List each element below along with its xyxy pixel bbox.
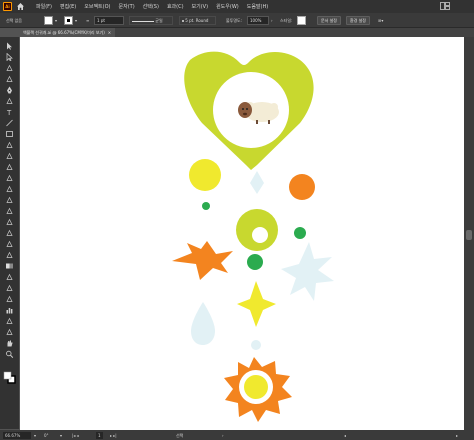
yellow-circle [189,159,221,191]
menu-list: 파일(F) 편집(E) 오브젝트(O) 문자(T) 선택(S) 효과(C) 보기… [36,3,268,10]
menu-bar: Ai 파일(F) 편집(E) 오브젝트(O) 문자(T) 선택(S) 효과(C)… [0,0,474,13]
selection-tool-icon[interactable] [5,42,14,50]
first-artboard-icon[interactable]: |◂ ◂ [72,432,79,439]
artboard-tool-icon[interactable] [5,317,14,325]
gradient-tool-icon[interactable] [5,262,14,270]
vertical-scrollbar[interactable] [464,37,474,430]
eraser-tool-icon[interactable] [5,174,14,182]
menu-type[interactable]: 문자(T) [119,3,135,10]
style-label: 스타일: [280,18,293,23]
orange-circle [289,174,315,200]
home-icon[interactable] [16,2,25,11]
variable-width-profile[interactable]: 균일 [129,16,173,25]
artboard[interactable] [20,37,464,430]
lasso-tool-icon[interactable] [5,75,14,83]
stroke-weight-icon: ≡ [86,18,90,23]
artboard-number-field[interactable]: 1 [96,432,103,439]
document-tab[interactable]: 액블랙 선귀개.ai @ 66.67%(CMYK/미리 보기) × [19,28,116,37]
stroke-dropdown-icon[interactable]: ▾ [75,16,77,25]
document-tab-label: 액블랙 선귀개.ai @ 66.67%(CMYK/미리 보기) [23,30,105,35]
brush-definition[interactable]: 5 pt. Round [179,16,216,25]
menu-select[interactable]: 선택(S) [143,3,159,10]
stroke-weight-field[interactable]: 1 pt [94,16,124,25]
green-circle [247,254,263,270]
rotate-tool-icon[interactable] [5,185,14,193]
vertical-scroll-thumb[interactable] [466,230,472,240]
pale-blue-drop [191,302,215,345]
menu-effect[interactable]: 효과(C) [167,3,184,10]
blend-tool-icon[interactable] [5,284,14,292]
direct-selection-tool-icon[interactable] [5,53,14,61]
control-bar: 선택 없음 ▾ ▾ ≡ 1 pt 균일 5 pt. Round 불투명도: 10… [0,13,474,28]
orange-starburst [172,241,233,280]
rectangle-tool-icon[interactable] [5,130,14,138]
zoom-tool-icon[interactable] [5,350,14,358]
close-tab-icon[interactable]: × [108,30,111,35]
scroll-right-icon[interactable]: ▸ [456,432,458,439]
rotate-view-dropdown-icon[interactable]: ▾ [60,432,62,439]
fill-stroke-indicator[interactable] [3,369,16,384]
menu-object[interactable]: 오브젝트(O) [84,3,110,10]
pencil-tool-icon[interactable] [5,152,14,160]
green-dot-right [294,227,306,239]
shape-builder-tool-icon[interactable] [5,229,14,237]
style-swatch[interactable] [297,16,306,25]
lime-ring-hole [252,227,268,243]
status-bar: 66.67% ▾ 0° ▾ |◂ ◂ 1 ▸ ▸| 선택 › ◂ ▸ [0,430,474,440]
menu-file[interactable]: 파일(F) [36,3,52,10]
selection-status: 선택 없음 [6,18,22,23]
magic-wand-tool-icon[interactable] [5,64,14,72]
status-mode-label[interactable]: 선택 [176,432,183,439]
shaper-tool-icon[interactable] [5,163,14,171]
illustrator-logo: Ai [3,2,12,11]
align-icon[interactable]: ⊞▾ [378,16,383,25]
next-artboard-icon[interactable]: ▸ ▸| [110,432,117,439]
scroll-left-icon[interactable]: ◂ [344,432,346,439]
status-menu-icon[interactable]: › [222,432,224,439]
document-setup-button[interactable]: 문서 설정 [317,16,341,25]
small-green-circle [202,202,210,210]
pen-tool-icon[interactable] [5,86,14,94]
stroke-swatch[interactable] [64,16,73,25]
hand-tool-icon[interactable] [5,339,14,347]
eyedropper-tool-icon[interactable] [5,273,14,281]
menu-window[interactable]: 윈도우(W) [216,3,239,10]
zoom-dropdown-icon[interactable]: ▾ [34,432,36,439]
paintbrush-tool-icon[interactable] [5,141,14,149]
scale-tool-icon[interactable] [5,196,14,204]
opacity-dropdown-icon[interactable]: › [271,16,273,25]
profile-label: 균일 [155,18,163,23]
pale-blue-diamond [250,171,264,194]
document-tab-bar: 액블랙 선귀개.ai @ 66.67%(CMYK/미리 보기) × [19,28,474,37]
yellow-diamond-star [237,281,276,327]
perspective-grid-tool-icon[interactable] [5,240,14,248]
type-tool-icon[interactable]: T [5,108,14,116]
width-tool-icon[interactable] [5,207,14,215]
tools-panel: T [0,37,19,429]
slice-tool-icon[interactable] [5,328,14,336]
free-transform-tool-icon[interactable] [5,218,14,226]
symbol-sprayer-tool-icon[interactable] [5,295,14,303]
opacity-label[interactable]: 불투명도: [226,16,242,25]
fill-swatch[interactable] [44,16,53,25]
artwork [172,51,334,422]
sun-yellow-center [244,375,268,399]
opacity-field[interactable]: 100% [247,16,269,25]
menu-view[interactable]: 보기(V) [192,3,209,10]
zoom-field[interactable]: 66.67% [3,432,31,439]
pale-blue-dot [251,340,261,350]
svg-text:T: T [6,109,12,116]
pale-blue-star [281,242,334,301]
arrange-documents-icon[interactable] [440,2,450,10]
rotate-view-icon[interactable]: 0° [44,432,49,439]
brush-label: 5 pt. Round [185,18,209,23]
mesh-tool-icon[interactable] [5,251,14,259]
line-segment-tool-icon[interactable] [5,119,14,127]
column-graph-tool-icon[interactable] [5,306,14,314]
menu-edit[interactable]: 편집(E) [60,3,76,10]
preferences-button[interactable]: 환경 설정 [346,16,370,25]
menu-help[interactable]: 도움말(H) [247,3,268,10]
fill-dropdown-icon[interactable]: ▾ [55,16,57,25]
curvature-tool-icon[interactable] [5,97,14,105]
